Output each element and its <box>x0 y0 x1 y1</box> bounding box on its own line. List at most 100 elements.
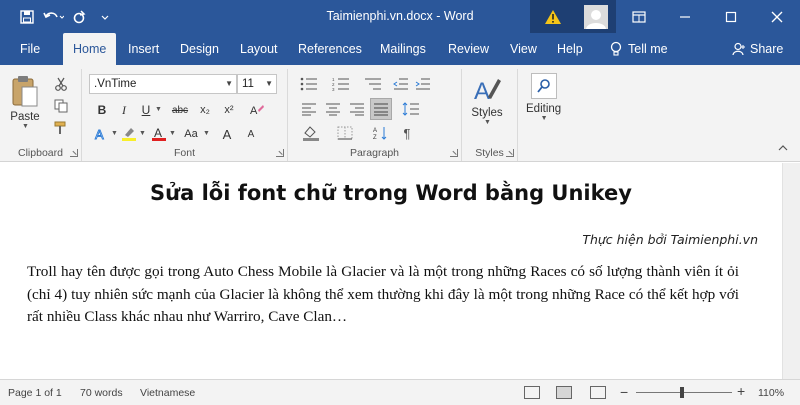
font-launcher-icon[interactable] <box>276 149 284 157</box>
superscript-button[interactable]: x² <box>220 101 238 119</box>
warning-icon[interactable] <box>530 0 576 33</box>
show-formatting-icon[interactable]: ¶ <box>398 124 416 142</box>
tab-references[interactable]: References <box>298 33 362 65</box>
justify-icon[interactable] <box>370 98 392 120</box>
title-bar: Taimienphi.vn.docx - Word <box>0 0 800 33</box>
status-bar: Page 1 of 1 70 words Vietnamese − + 110% <box>0 379 800 405</box>
customize-icon[interactable] <box>92 7 118 27</box>
zoom-in-button[interactable]: + <box>737 383 745 399</box>
underline-dropdown-icon[interactable]: ▼ <box>155 106 162 113</box>
align-center-icon[interactable] <box>324 100 342 118</box>
redo-icon[interactable] <box>66 7 92 27</box>
shading-icon[interactable] <box>300 124 322 142</box>
read-mode-icon[interactable] <box>524 386 540 399</box>
paste-dropdown-icon[interactable]: ▼ <box>22 123 29 130</box>
line-spacing-icon[interactable] <box>400 100 422 118</box>
collapse-ribbon-icon[interactable] <box>776 141 790 155</box>
clipboard-group-label: Clipboard <box>18 147 63 159</box>
font-size-dropdown[interactable]: 11 ▼ <box>237 74 277 94</box>
highlight-icon[interactable] <box>120 125 138 143</box>
font-color-icon[interactable]: A <box>150 125 168 143</box>
tab-view[interactable]: View <box>510 33 537 65</box>
zoom-slider[interactable] <box>636 392 732 393</box>
highlight-dropdown-icon[interactable]: ▼ <box>139 130 146 137</box>
borders-icon[interactable] <box>334 124 356 142</box>
editing-dropdown-icon[interactable]: ▼ <box>541 115 548 122</box>
web-layout-icon[interactable] <box>590 386 606 399</box>
undo-icon[interactable] <box>40 7 66 27</box>
font-name-dropdown[interactable]: .VnTime ▼ <box>89 74 237 94</box>
minimize-icon[interactable] <box>662 0 708 33</box>
zoom-level[interactable]: 110% <box>758 387 784 399</box>
document-area: Sửa lỗi font chữ trong Word bằng Unikey … <box>0 163 800 379</box>
paragraph-launcher-icon[interactable] <box>450 149 458 157</box>
save-icon[interactable] <box>14 7 40 27</box>
styles-icon: A <box>474 78 501 105</box>
cut-icon[interactable] <box>52 75 70 93</box>
print-layout-icon[interactable] <box>556 386 572 399</box>
tell-me-search[interactable]: Tell me <box>610 33 668 65</box>
page-count[interactable]: Page 1 of 1 <box>8 387 62 399</box>
styles-launcher-icon[interactable] <box>506 149 514 157</box>
account-icon[interactable] <box>576 0 616 33</box>
word-count[interactable]: 70 words <box>80 387 123 399</box>
align-left-icon[interactable] <box>300 100 318 118</box>
numbering-icon[interactable]: 123 <box>330 75 352 93</box>
editing-button[interactable]: Editing ▼ <box>526 73 561 122</box>
tab-review[interactable]: Review <box>448 33 489 65</box>
change-case-dropdown-icon[interactable]: ▼ <box>203 130 210 137</box>
styles-button[interactable]: A Styles ▼ <box>470 73 504 126</box>
svg-text:A: A <box>373 128 377 134</box>
font-name-value: .VnTime <box>94 78 137 90</box>
styles-group: A Styles ▼ Styles <box>462 69 518 161</box>
ribbon: Paste ▼ Clipboard .VnTime ▼ 11 ▼ B I U ▼… <box>0 65 800 162</box>
styles-dropdown-icon[interactable]: ▼ <box>484 119 491 126</box>
tab-design[interactable]: Design <box>180 33 219 65</box>
format-painter-icon[interactable] <box>52 119 70 137</box>
tab-mailings[interactable]: Mailings <box>380 33 426 65</box>
underline-button[interactable]: U <box>138 101 154 119</box>
paste-icon <box>12 76 38 107</box>
text-effects-dropdown-icon[interactable]: ▼ <box>111 130 118 137</box>
shrink-font-button[interactable]: A <box>242 125 260 143</box>
maximize-icon[interactable] <box>708 0 754 33</box>
sort-icon[interactable]: AZ <box>372 124 390 142</box>
clear-formatting-icon[interactable]: A <box>248 101 266 119</box>
share-button[interactable]: Share <box>732 33 783 65</box>
tab-home[interactable]: Home <box>63 33 117 66</box>
paste-button[interactable]: Paste ▼ <box>10 75 40 130</box>
tab-layout[interactable]: Layout <box>240 33 278 65</box>
increase-indent-icon[interactable] <box>414 75 432 93</box>
zoom-out-button[interactable]: − <box>620 384 628 400</box>
decrease-indent-icon[interactable] <box>392 75 410 93</box>
align-right-icon[interactable] <box>348 100 366 118</box>
font-color-dropdown-icon[interactable]: ▼ <box>169 130 176 137</box>
tab-file[interactable]: File <box>20 33 40 65</box>
document-byline: Thực hiện bởi Taimienphi.vn <box>582 232 758 247</box>
strikethrough-button[interactable]: abc <box>169 101 191 119</box>
change-case-button[interactable]: Aa <box>180 125 202 143</box>
zoom-slider-thumb[interactable] <box>680 387 684 398</box>
tell-me-label: Tell me <box>628 42 668 56</box>
tab-insert[interactable]: Insert <box>128 33 159 65</box>
ribbon-tabs: File Home Insert Design Layout Reference… <box>0 33 800 66</box>
window-controls <box>530 0 800 33</box>
bold-button[interactable]: B <box>94 101 110 119</box>
subscript-button[interactable]: x₂ <box>196 101 214 119</box>
copy-icon[interactable] <box>52 97 70 115</box>
document-page[interactable]: Sửa lỗi font chữ trong Word bằng Unikey … <box>0 163 782 379</box>
tab-help[interactable]: Help <box>557 33 583 65</box>
clipboard-launcher-icon[interactable] <box>70 149 78 157</box>
language-status[interactable]: Vietnamese <box>140 387 195 399</box>
text-effects-icon[interactable]: A <box>92 125 110 143</box>
multilevel-list-icon[interactable] <box>362 75 384 93</box>
italic-button[interactable]: I <box>116 101 132 119</box>
person-icon <box>732 42 745 56</box>
grow-font-button[interactable]: A <box>218 125 236 143</box>
close-icon[interactable] <box>754 0 800 33</box>
bullets-icon[interactable] <box>298 75 320 93</box>
chevron-down-icon: ▼ <box>225 79 233 88</box>
vertical-scrollbar[interactable] <box>782 163 800 379</box>
styles-label: Styles <box>471 107 503 119</box>
ribbon-display-icon[interactable] <box>616 0 662 33</box>
